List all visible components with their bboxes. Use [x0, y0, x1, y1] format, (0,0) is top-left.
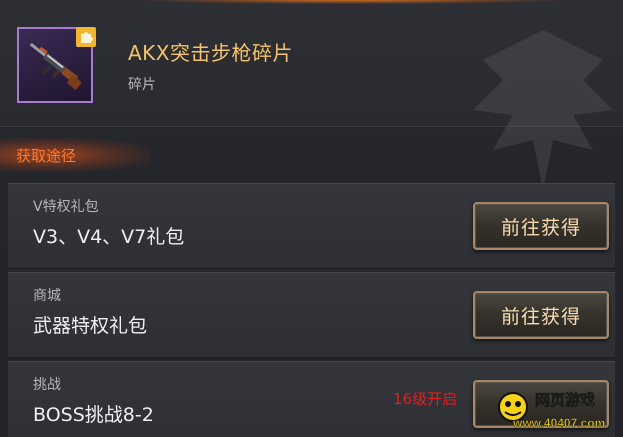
puzzle-piece-icon — [76, 27, 96, 47]
item-source-panel: AKX突击步枪碎片 碎片 获取途径 V特权礼包 V3、V4、V7礼包 前往获得 … — [0, 0, 623, 437]
source-label: 挑战 — [33, 377, 61, 393]
top-glow — [140, 0, 560, 4]
goto-button[interactable]: 前往获得 — [473, 291, 609, 339]
source-card-vip: V特权礼包 V3、V4、V7礼包 前往获得 — [8, 183, 615, 269]
item-type: 碎片 — [128, 77, 156, 93]
item-icon-frame[interactable] — [17, 27, 96, 103]
watermark-line1: 网页游戏 — [535, 391, 595, 409]
goto-button[interactable]: 前往获得 — [473, 202, 609, 250]
source-name: V3、V4、V7礼包 — [33, 226, 185, 248]
site-watermark-logo: 网页游戏 www.40407.com — [498, 391, 606, 430]
watermark-line2: www.40407.com — [512, 416, 605, 430]
section-title: 获取途径 — [16, 147, 77, 165]
item-name: AKX突击步枪碎片 — [128, 41, 293, 65]
unlock-level-note: 16级开启 — [393, 390, 458, 408]
source-name: 武器特权礼包 — [33, 315, 148, 337]
source-card-shop: 商城 武器特权礼包 前往获得 — [8, 272, 615, 358]
source-label: V特权礼包 — [33, 199, 99, 215]
source-name: BOSS挑战8-2 — [33, 404, 154, 426]
source-label: 商城 — [33, 288, 61, 304]
